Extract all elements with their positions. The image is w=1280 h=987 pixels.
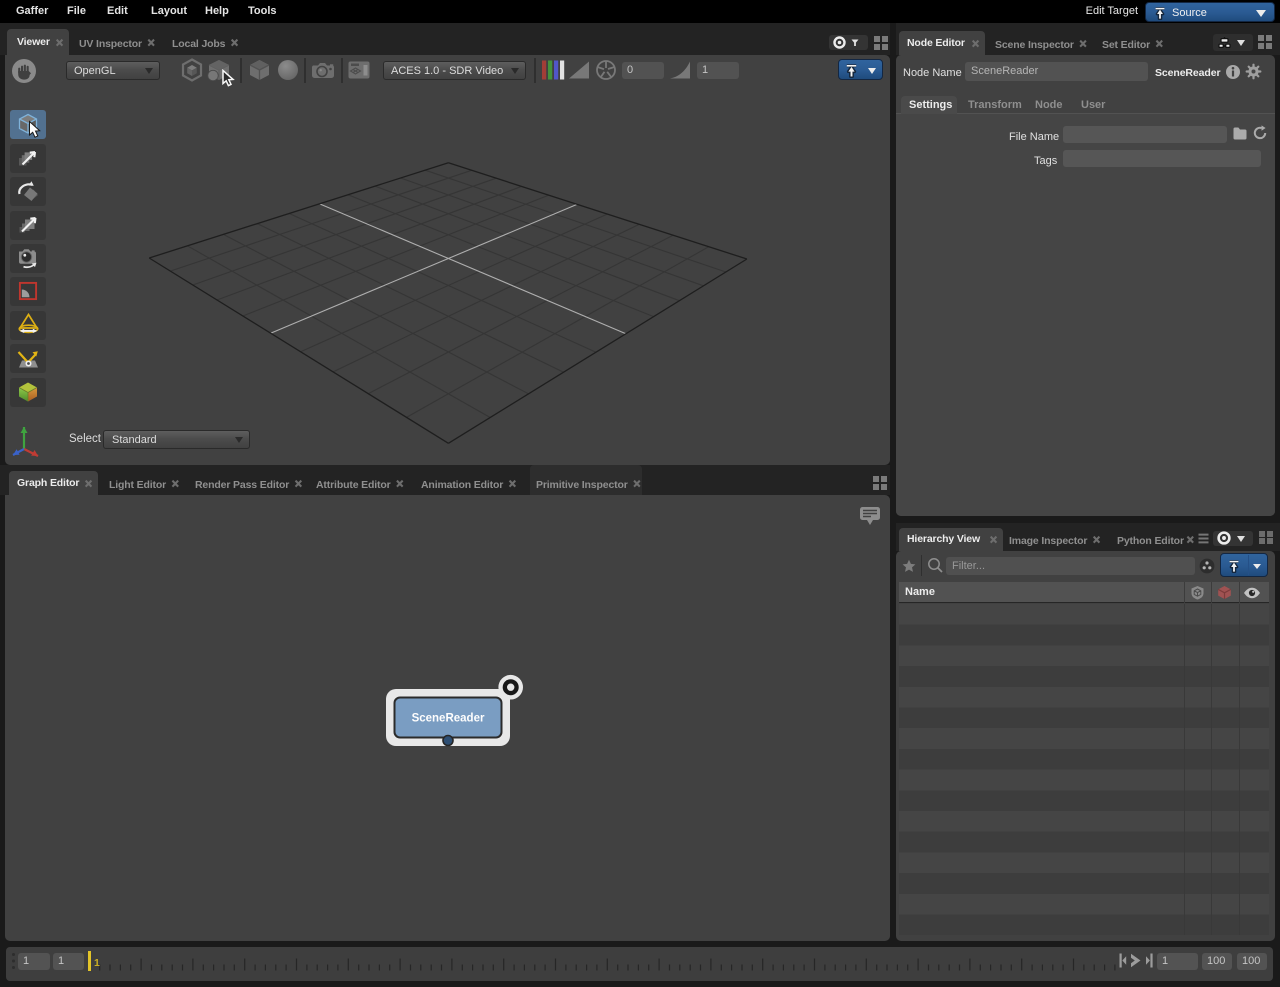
svg-text:SceneReader: SceneReader — [412, 713, 485, 725]
